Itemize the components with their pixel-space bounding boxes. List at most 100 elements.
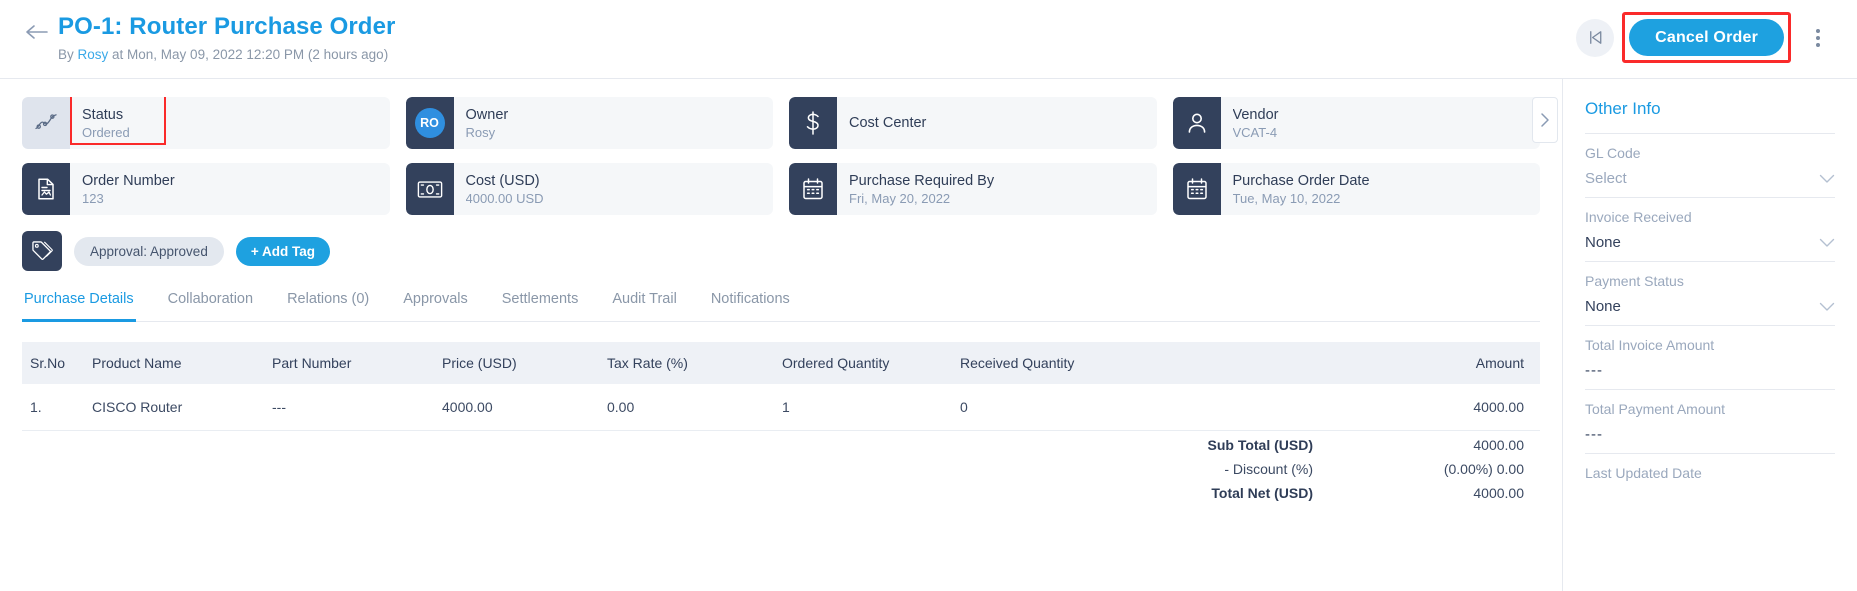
field-invoice-received-value: None [1585, 234, 1621, 251]
table-body: 1. CISCO Router --- 4000.00 0.00 1 0 400… [22, 384, 1540, 431]
card-order-number-body: Order Number 123 [70, 163, 390, 215]
card-order-number-value: 123 [82, 190, 104, 206]
arrow-left-icon[interactable] [22, 17, 52, 47]
subtitle-author-link[interactable]: Rosy [78, 47, 109, 62]
other-info-title: Other Info [1585, 99, 1661, 118]
tag-chip[interactable]: Approval: Approved [74, 236, 224, 266]
more-vertical-icon[interactable] [1799, 18, 1837, 57]
discount-label: - Discount (%) [1224, 461, 1313, 477]
calendar-icon [1172, 163, 1221, 215]
table-row[interactable]: 1. CISCO Router --- 4000.00 0.00 1 0 400… [22, 384, 1540, 431]
card-cost-body: Cost (USD) 4000.00 USD [454, 163, 774, 215]
card-owner[interactable]: RO Owner Rosy [405, 97, 773, 149]
field-total-payment-amount-value: --- [1585, 426, 1603, 443]
tab-purchase-details[interactable]: Purchase Details [22, 285, 136, 322]
card-vendor[interactable]: Vendor VCAT-4 [1172, 97, 1541, 149]
field-total-invoice-amount-control: --- [1585, 362, 1835, 379]
tab-approvals[interactable]: Approvals [401, 285, 469, 322]
col-header-product: Product Name [84, 342, 264, 384]
card-purchase-required-by-value: Fri, May 20, 2022 [849, 190, 951, 206]
field-payment-status: Payment Status None [1585, 261, 1835, 325]
card-vendor-label: Vendor [1232, 106, 1279, 123]
cell-amount: 4000.00 [1182, 384, 1540, 431]
tab-bar: Purchase Details Collaboration Relations… [22, 285, 1540, 322]
header-actions: Cancel Order [1576, 12, 1837, 63]
card-status-body: Status Ordered [70, 97, 390, 149]
field-last-updated-date: Last Updated Date [1585, 453, 1835, 500]
trend-chart-icon [22, 97, 70, 149]
calendar-icon [789, 163, 837, 215]
chevron-down-icon [1819, 302, 1835, 312]
page-header: PO-1: Router Purchase Order By Rosy at M… [0, 0, 1857, 79]
person-icon [1172, 97, 1221, 149]
field-total-invoice-amount: Total Invoice Amount --- [1585, 325, 1835, 389]
card-order-number-label: Order Number [82, 172, 175, 189]
tab-relations[interactable]: Relations (0) [285, 285, 371, 322]
card-cost-center[interactable]: Cost Center [789, 97, 1157, 149]
chevron-down-icon [1819, 238, 1835, 248]
tag-icon [22, 231, 62, 271]
field-payment-status-control[interactable]: None [1585, 298, 1835, 315]
card-purchase-order-date-label: Purchase Order Date [1232, 172, 1370, 189]
field-gl-code: GL Code Select [1585, 133, 1835, 197]
document-icon [22, 163, 70, 215]
card-status-label: Status [82, 106, 124, 123]
field-invoice-received-control[interactable]: None [1585, 234, 1835, 251]
page-title[interactable]: PO-1: Router Purchase Order [58, 12, 395, 42]
main-content: Status Ordered RO Owner Rosy Cost Center… [0, 79, 1562, 591]
money-icon [405, 163, 454, 215]
chevron-right-icon[interactable] [1532, 97, 1558, 143]
field-total-invoice-amount-value: --- [1585, 362, 1603, 379]
attribute-cards-row-2: Order Number 123 Cost (USD) 4000.00 USD … [22, 163, 1540, 215]
cancel-order-button[interactable]: Cancel Order [1629, 19, 1784, 56]
field-total-payment-amount-control: --- [1585, 426, 1835, 443]
card-purchase-required-by-body: Purchase Required By Fri, May 20, 2022 [837, 163, 1157, 215]
cell-received: 0 [952, 384, 1182, 431]
field-payment-status-label: Payment Status [1585, 273, 1684, 289]
add-tag-button[interactable]: + Add Tag [235, 236, 330, 266]
tab-settlements[interactable]: Settlements [500, 285, 581, 322]
cell-part: --- [264, 384, 434, 431]
card-status[interactable]: Status Ordered [22, 97, 390, 149]
skip-back-icon[interactable] [1576, 18, 1615, 57]
field-total-invoice-amount-label: Total Invoice Amount [1585, 337, 1715, 353]
field-total-payment-amount: Total Payment Amount --- [1585, 389, 1835, 453]
field-last-updated-date-label: Last Updated Date [1585, 465, 1702, 481]
card-vendor-value: VCAT-4 [1232, 124, 1278, 140]
other-info-panel: Other Info GL Code Select Invoice Receiv… [1562, 79, 1857, 591]
total-row-subtotal: Sub Total (USD) 4000.00 [22, 433, 1540, 457]
col-header-received: Received Quantity [952, 342, 1182, 384]
discount-value: (0.00%) 0.00 [1443, 461, 1524, 477]
tab-collaboration[interactable]: Collaboration [166, 285, 255, 322]
card-owner-value: Rosy [465, 124, 496, 140]
card-purchase-required-by-label: Purchase Required By [849, 172, 995, 189]
cell-product: CISCO Router [84, 384, 264, 431]
attribute-cards-row-1: Status Ordered RO Owner Rosy Cost Center… [22, 97, 1558, 149]
card-vendor-body: Vendor VCAT-4 [1221, 97, 1541, 149]
page-subtitle: By Rosy at Mon, May 09, 2022 12:20 PM (2… [58, 46, 395, 64]
field-gl-code-control[interactable]: Select [1585, 170, 1835, 187]
dollar-icon [789, 97, 837, 149]
avatar: RO [414, 108, 445, 138]
total-row-discount: - Discount (%) (0.00%) 0.00 [22, 457, 1540, 481]
card-purchase-order-date[interactable]: Purchase Order Date Tue, May 10, 2022 [1172, 163, 1540, 215]
avatar-icon: RO [405, 97, 454, 149]
col-header-ordered: Ordered Quantity [774, 342, 952, 384]
card-cost[interactable]: Cost (USD) 4000.00 USD [405, 163, 774, 215]
header-left: PO-1: Router Purchase Order By Rosy at M… [22, 10, 395, 64]
total-row-net: Total Net (USD) 4000.00 [22, 481, 1540, 505]
field-payment-status-value: None [1585, 298, 1621, 315]
subtitle-prefix: By [58, 47, 78, 62]
cancel-order-highlight: Cancel Order [1622, 12, 1791, 63]
main-inner: Status Ordered RO Owner Rosy Cost Center… [0, 79, 1562, 505]
card-cost-center-label: Cost Center [849, 115, 927, 131]
card-purchase-required-by[interactable]: Purchase Required By Fri, May 20, 2022 [789, 163, 1157, 215]
table-head: Sr.No Product Name Part Number Price (US… [22, 342, 1540, 384]
col-header-part: Part Number [264, 342, 434, 384]
field-gl-code-label: GL Code [1585, 145, 1641, 161]
field-invoice-received: Invoice Received None [1585, 197, 1835, 261]
card-order-number[interactable]: Order Number 123 [22, 163, 390, 215]
cell-tax: 0.00 [599, 384, 774, 431]
tab-audit-trail[interactable]: Audit Trail [610, 285, 678, 322]
tab-notifications[interactable]: Notifications [709, 285, 792, 322]
